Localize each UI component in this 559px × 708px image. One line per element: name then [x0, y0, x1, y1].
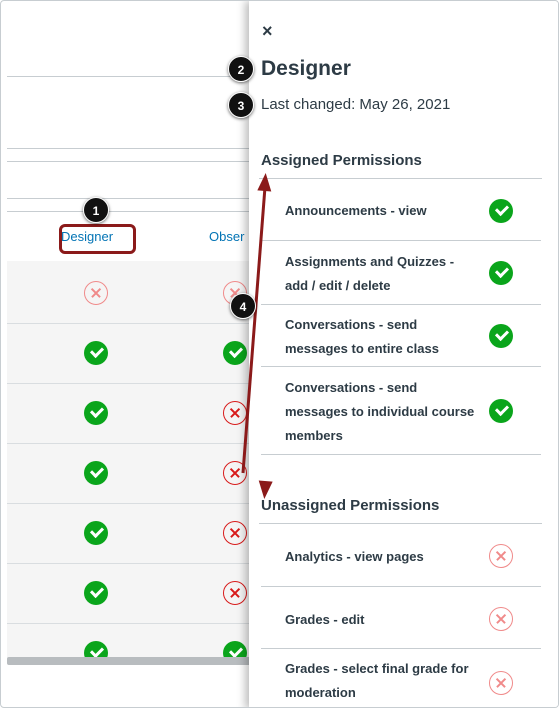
column-header-observer[interactable]: Obser	[209, 229, 244, 244]
row-divider	[7, 443, 252, 444]
permission-label: Assignments and Quizzes - add / edit / d…	[285, 254, 455, 293]
permission-label: Grades - select final grade for moderati…	[285, 661, 469, 700]
permission-label: Grades - edit	[285, 612, 365, 627]
check-circle-icon[interactable]	[84, 521, 108, 545]
callout-3: 3	[228, 92, 254, 118]
x-circle-icon[interactable]	[223, 521, 247, 545]
table-divider	[7, 198, 252, 199]
check-circle-icon	[489, 324, 513, 348]
row-divider	[7, 563, 252, 564]
table-divider	[7, 161, 252, 162]
check-circle-icon	[489, 199, 513, 223]
tray-title: Designer	[261, 57, 351, 80]
check-circle-icon	[489, 261, 513, 285]
check-circle-icon[interactable]	[84, 341, 108, 365]
permission-row: Conversations - send messages to entire …	[261, 305, 541, 367]
x-circle-icon[interactable]	[223, 581, 247, 605]
section-divider	[259, 178, 542, 179]
x-circle-icon[interactable]	[84, 281, 108, 305]
horizontal-scrollbar[interactable]	[7, 657, 252, 665]
permission-row: Grades - select final grade for moderati…	[261, 649, 541, 707]
permission-label: Conversations - send messages to entire …	[285, 317, 439, 356]
x-circle-icon	[489, 671, 513, 695]
check-circle-icon[interactable]	[84, 581, 108, 605]
row-divider	[7, 383, 252, 384]
row-divider	[7, 323, 252, 324]
table-divider	[7, 148, 252, 149]
permission-row: Assignments and Quizzes - add / edit / d…	[261, 241, 541, 305]
unassigned-permissions-heading: Unassigned Permissions	[261, 497, 440, 514]
row-divider	[7, 623, 252, 624]
permission-row: Conversations - send messages to individ…	[261, 367, 541, 455]
x-circle-icon[interactable]	[223, 401, 247, 425]
check-circle-icon[interactable]	[84, 461, 108, 485]
row-divider	[7, 503, 252, 504]
permission-row: Grades - edit	[261, 587, 541, 649]
section-divider	[259, 523, 542, 524]
screenshot-frame: Designer Obser × Designer Last changed: …	[0, 0, 559, 708]
designer-highlight-box	[59, 224, 136, 254]
x-circle-icon[interactable]	[223, 461, 247, 485]
assigned-permissions-heading: Assigned Permissions	[261, 152, 422, 169]
close-icon[interactable]: ×	[262, 21, 273, 42]
last-changed-date: Last changed: May 26, 2021	[261, 96, 451, 113]
permission-row: Announcements - view	[261, 181, 541, 241]
callout-4: 4	[230, 293, 256, 319]
table-divider	[7, 76, 252, 77]
check-circle-icon	[489, 399, 513, 423]
x-circle-icon	[489, 544, 513, 568]
permission-row: Analytics - view pages	[261, 525, 541, 587]
table-divider	[7, 211, 252, 212]
permissions-grid	[7, 261, 252, 661]
check-circle-icon[interactable]	[223, 341, 247, 365]
x-circle-icon	[489, 607, 513, 631]
permission-label: Conversations - send messages to individ…	[285, 380, 475, 443]
callout-2: 2	[228, 56, 254, 82]
permission-label: Analytics - view pages	[285, 549, 424, 564]
check-circle-icon[interactable]	[84, 401, 108, 425]
permission-label: Announcements - view	[285, 203, 427, 218]
callout-1: 1	[83, 197, 109, 223]
